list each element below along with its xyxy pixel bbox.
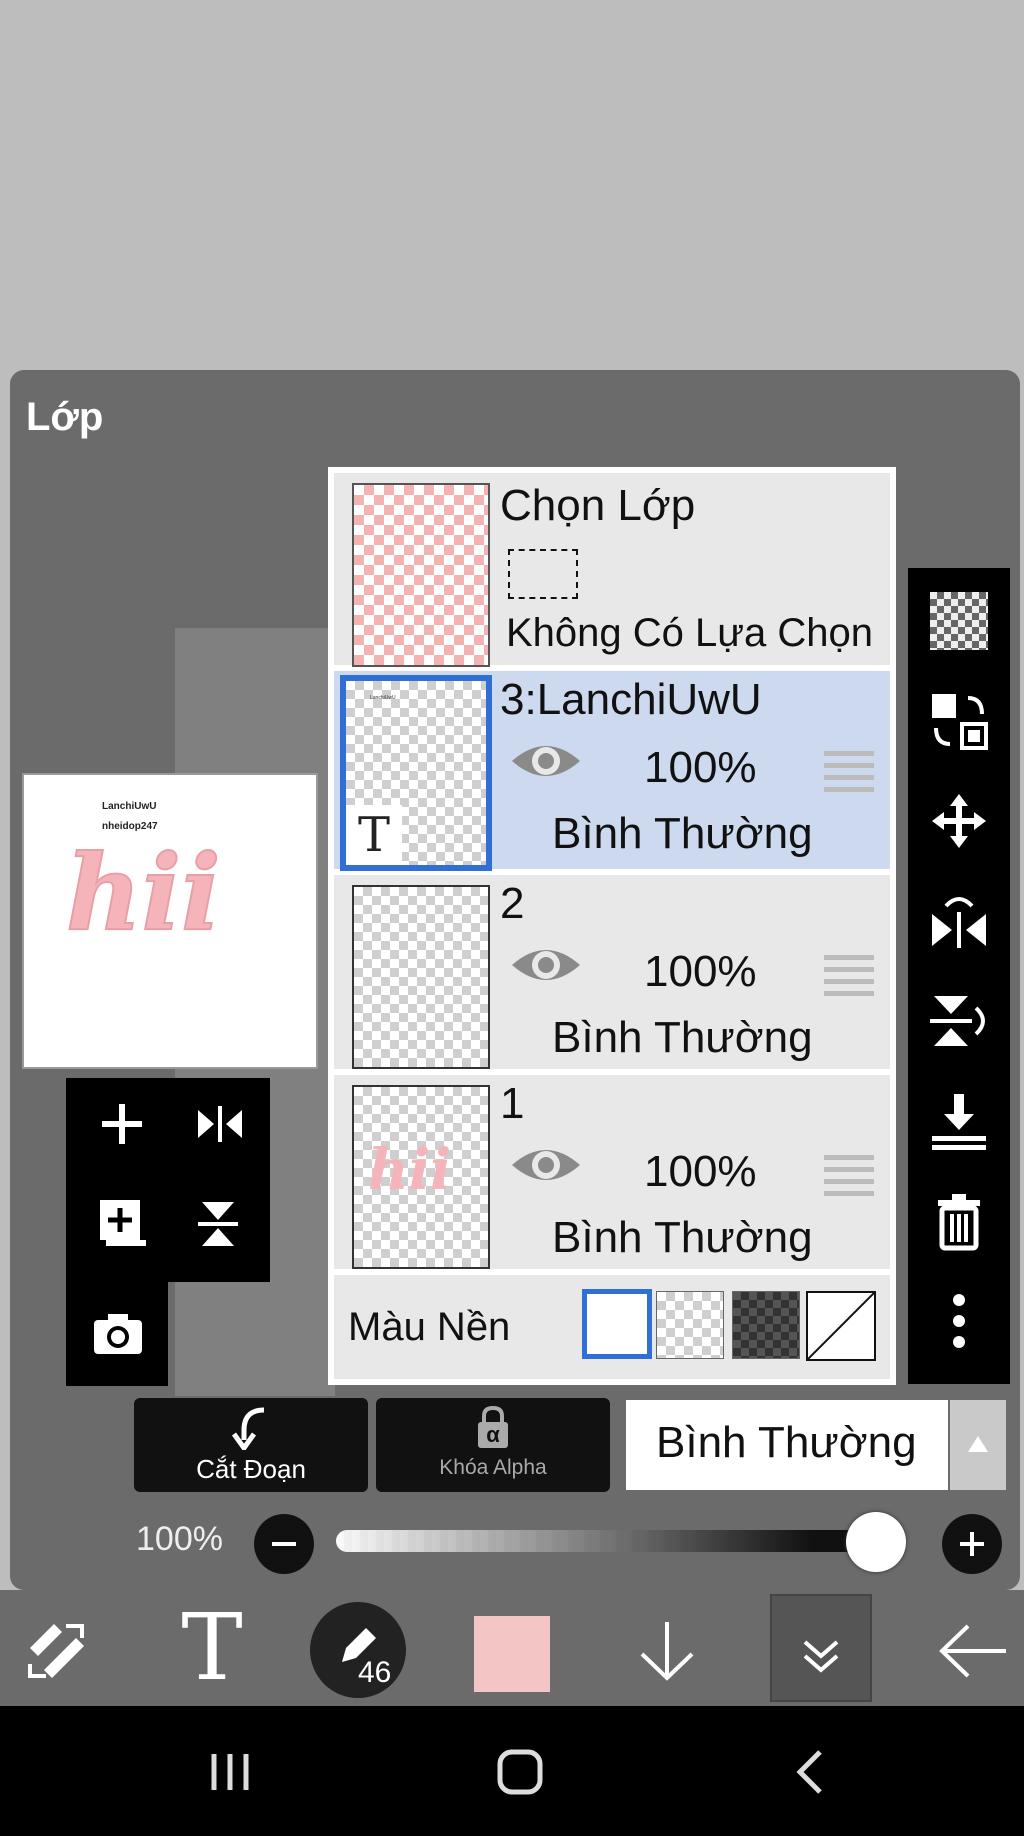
opacity-increase-button[interactable] xyxy=(942,1514,1002,1574)
layer-2-opacity: 100% xyxy=(644,947,757,996)
flip-h-small-icon[interactable] xyxy=(190,1094,250,1154)
opacity-slider-track[interactable] xyxy=(336,1530,896,1552)
bg-white-option[interactable] xyxy=(582,1289,652,1359)
selection-status: Không Có Lựa Chọn xyxy=(506,611,874,655)
opacity-decrease-button[interactable] xyxy=(254,1514,314,1574)
back-arrow-icon[interactable] xyxy=(934,1616,1010,1686)
preview-line-1: LanchiUwU xyxy=(102,801,157,812)
camera-icon[interactable] xyxy=(88,1304,148,1364)
system-nav-bar xyxy=(0,1706,1024,1836)
layer-row-1[interactable]: hii 1 100% Bình Thường xyxy=(334,1075,890,1269)
blend-mode-select[interactable]: Bình Thường xyxy=(626,1400,948,1490)
bg-transparent-option[interactable] xyxy=(656,1291,724,1359)
selection-title: Chọn Lớp xyxy=(500,481,696,530)
bg-dark-checker-option[interactable] xyxy=(732,1291,800,1359)
eye-icon[interactable] xyxy=(510,1141,582,1194)
brush-size: 46 xyxy=(358,1656,392,1689)
drag-handle-icon[interactable] xyxy=(824,1155,874,1203)
layer-1-art: hii xyxy=(368,1137,452,1203)
drag-handle-icon[interactable] xyxy=(824,751,874,799)
alpha-glyph: α xyxy=(486,1422,500,1447)
merge-down-icon[interactable] xyxy=(928,1090,990,1152)
left-tools xyxy=(66,1078,270,1282)
arrow-down-icon[interactable] xyxy=(632,1616,702,1686)
drag-handle-icon[interactable] xyxy=(824,955,874,1003)
clip-label: Cắt Đoạn xyxy=(196,1454,306,1484)
selection-thumbnail xyxy=(352,483,490,667)
camera-block xyxy=(66,1282,168,1386)
layer-3-opacity: 100% xyxy=(644,743,757,792)
alpha-lock-button[interactable]: α Khóa Alpha xyxy=(376,1398,610,1492)
layer-3-blend: Bình Thường xyxy=(552,809,813,858)
move-icon[interactable] xyxy=(928,790,990,852)
layer-1-opacity: 100% xyxy=(644,1147,757,1196)
thumb-text: LanchiUwU xyxy=(370,695,396,701)
layer-2-name: 2 xyxy=(500,879,525,928)
eye-icon[interactable] xyxy=(510,941,582,994)
layer-list: Chọn Lớp Không Có Lựa Chọn LanchiUwU T 3… xyxy=(328,467,896,1385)
clip-arrow-icon xyxy=(231,1407,265,1450)
blend-mode-dropdown[interactable] xyxy=(950,1400,1006,1490)
text-layer-badge: T xyxy=(346,805,402,865)
double-chevron-down-icon xyxy=(803,1640,839,1673)
eye-icon[interactable] xyxy=(510,737,582,790)
flip-horizontal-icon[interactable] xyxy=(928,890,990,952)
brush-tool[interactable]: 46 xyxy=(310,1602,406,1698)
layer-2-blend: Bình Thường xyxy=(552,1013,813,1062)
blend-mode-value: Bình Thường xyxy=(656,1418,917,1467)
transform-tool-icon[interactable] xyxy=(22,1616,92,1686)
recents-icon[interactable] xyxy=(208,1750,252,1794)
layer-row-3[interactable]: LanchiUwU T 3:LanchiUwU 100% Bình Thường xyxy=(334,671,890,871)
trash-icon[interactable] xyxy=(928,1190,990,1252)
opacity-slider-thumb[interactable] xyxy=(846,1512,906,1572)
add-copy-icon[interactable] xyxy=(92,1194,152,1254)
layer-1-blend: Bình Thường xyxy=(552,1213,813,1262)
copy-layer-icon[interactable] xyxy=(928,690,990,752)
checker-icon[interactable] xyxy=(928,590,990,652)
more-icon[interactable] xyxy=(928,1290,990,1352)
layer-3-name: 3:LanchiUwU xyxy=(500,675,762,724)
bg-none-option[interactable] xyxy=(806,1291,876,1361)
add-layer-icon[interactable] xyxy=(92,1094,152,1154)
text-tool[interactable]: T xyxy=(172,1598,252,1698)
alpha-lock-label: Khóa Alpha xyxy=(439,1456,547,1479)
layer-1-thumbnail: hii xyxy=(352,1085,490,1269)
opacity-label: 100% xyxy=(136,1520,223,1558)
layer-row-2[interactable]: 2 100% Bình Thường xyxy=(334,875,890,1069)
current-color-swatch[interactable] xyxy=(474,1616,550,1692)
background-row: Màu Nền xyxy=(334,1275,890,1379)
right-toolbar xyxy=(908,568,1010,1384)
layer-2-thumbnail xyxy=(352,885,490,1069)
lock-icon: α xyxy=(474,1404,512,1448)
panel-title: Lớp xyxy=(26,395,104,439)
selection-marquee-icon xyxy=(508,549,578,599)
flip-v-small-icon[interactable] xyxy=(190,1194,250,1254)
layers-panel-toggle[interactable] xyxy=(770,1594,872,1702)
clip-button[interactable]: Cắt Đoạn xyxy=(134,1398,368,1492)
selection-row[interactable]: Chọn Lớp Không Có Lựa Chọn xyxy=(334,473,890,667)
canvas-preview[interactable]: LanchiUwU nheidop247 hii xyxy=(22,773,318,1069)
layer-3-thumbnail: LanchiUwU T xyxy=(340,675,492,871)
bottom-toolbar: T 46 xyxy=(0,1590,1024,1706)
layer-1-name: 1 xyxy=(500,1079,525,1128)
preview-art: hii xyxy=(65,831,222,954)
home-icon[interactable] xyxy=(496,1748,544,1796)
triangle-up-icon xyxy=(968,1436,988,1452)
background-label: Màu Nền xyxy=(348,1305,511,1349)
nav-back-icon[interactable] xyxy=(790,1748,830,1796)
flip-vertical-icon[interactable] xyxy=(928,990,990,1052)
